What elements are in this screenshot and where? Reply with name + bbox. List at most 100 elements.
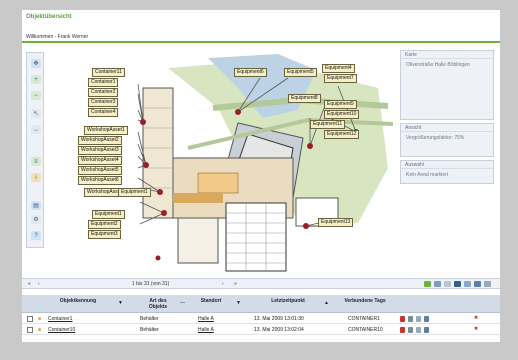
table-row[interactable]: ■ Container1 Behälter Halle A 13. Mai 20… (22, 314, 500, 324)
column-header-time[interactable]: Letztzeitpunkt (260, 298, 316, 304)
map-callout[interactable]: Equipment7 (324, 74, 357, 83)
map-callout[interactable]: Equipment12 (324, 130, 360, 139)
details-icon[interactable] (408, 327, 413, 333)
map-callout[interactable]: Container2 (88, 88, 119, 97)
app-window: Objektübersicht Willkommen - Frank Werne… (22, 10, 500, 342)
map-toolbar: ✥ + − ↖ ↔ ≡ i ▤ ⚙ ? (26, 52, 44, 248)
help-icon[interactable]: ? (31, 231, 41, 240)
selection-info-panel: Auswahl Kein Areal markiert (400, 160, 494, 184)
export-icon[interactable] (424, 281, 431, 287)
map-callout[interactable]: Container4 (88, 108, 119, 117)
floor-plan-map[interactable]: Container11 Container1 Container2 Contai… (48, 48, 396, 274)
object-id-link[interactable]: Container1 (48, 316, 72, 322)
sort-desc-icon[interactable]: ▼ (118, 300, 123, 306)
row-checkbox[interactable] (27, 327, 33, 333)
map-callout[interactable]: Equipment2 (88, 220, 121, 229)
map-callout[interactable]: Container3 (88, 98, 119, 107)
search-icon[interactable] (416, 316, 421, 322)
panel-body: Kein Areal markiert (406, 172, 449, 178)
view-info-panel: Ansicht Vergrößerungsfaktor: 75% (400, 123, 494, 157)
map-callout[interactable]: WorkshopAsset2 (78, 136, 122, 145)
header-divider (22, 41, 500, 43)
map-callout[interactable]: Equipment11 (310, 120, 346, 129)
map-callout[interactable]: WorkshopAsset6 (78, 176, 122, 185)
history-icon[interactable] (424, 316, 429, 322)
delete-icon[interactable]: ✖ (474, 315, 478, 321)
zoom-in-icon[interactable]: + (31, 75, 41, 84)
row-checkbox[interactable] (27, 316, 33, 322)
table-header: Objektkennung ▼ Art des Objekts — Stando… (22, 295, 500, 313)
refresh-icon[interactable] (474, 281, 481, 287)
first-page-icon[interactable]: « (28, 281, 31, 287)
pager-info: 1 bis 31 (von 31) (132, 281, 170, 287)
select-icon[interactable]: ↖ (31, 109, 41, 118)
map-callout[interactable]: WorkshopAsset4 (78, 156, 122, 165)
table-row[interactable]: ■ Container10 Behälter Halle A 13. Mai 2… (22, 325, 500, 335)
print-list-icon[interactable] (464, 281, 471, 287)
panel-body: Oliverstraße Halle Böblingen (406, 62, 470, 68)
locate-icon[interactable] (400, 327, 405, 333)
object-tags: CONTAINER1 (348, 316, 380, 322)
map-callout[interactable]: Equipment9 (324, 100, 357, 109)
map-callout[interactable]: WorkshopAsset3 (78, 146, 122, 155)
panel-title: Karte (401, 51, 493, 59)
map-callout[interactable]: Container1 (88, 78, 119, 87)
measure-icon[interactable]: ↔ (31, 125, 41, 134)
map-callout[interactable]: WorkshopAsset1 (84, 126, 128, 135)
welcome-text: Willkommen - Frank Werner (26, 34, 89, 40)
details-icon[interactable] (408, 316, 413, 322)
map-callout[interactable]: Equipment4 (322, 64, 355, 73)
pager-bar: « ‹ 1 bis 31 (von 31) › » (22, 278, 500, 289)
map-callout[interactable]: Equipment8 (288, 94, 321, 103)
info-icon[interactable]: i (31, 173, 41, 182)
chart-icon[interactable] (454, 281, 461, 287)
column-header-type[interactable]: Art des Objekts (140, 298, 176, 310)
map-callout[interactable]: Equipment3 (88, 230, 121, 239)
map-callout[interactable]: Equipment13 (318, 218, 354, 227)
object-icon: ■ (38, 327, 42, 333)
object-time: 13. Mai 2009 13:01:30 (254, 316, 304, 322)
last-page-icon[interactable]: » (234, 281, 237, 287)
map-info-panel: Karte Oliverstraße Halle Böblingen (400, 50, 494, 120)
sort-none-icon[interactable]: — (180, 300, 185, 306)
map-callout[interactable]: Equipment6 (234, 68, 267, 77)
zoom-out-icon[interactable]: − (31, 91, 41, 100)
object-tags: CONTAINER10 (348, 327, 383, 333)
map-callout[interactable]: Equipment5 (284, 68, 317, 77)
object-icon: ■ (38, 316, 42, 322)
object-location-link[interactable]: Halle A (198, 316, 214, 322)
map-callout[interactable]: Equipment10 (324, 110, 360, 119)
title-bar: Objektübersicht (22, 10, 500, 32)
locate-icon[interactable] (400, 316, 405, 322)
object-time: 13. Mai 2009 13:02:04 (254, 327, 304, 333)
map-callout[interactable]: Container11 (92, 68, 125, 77)
map-callout[interactable]: WorkshopAsset5 (78, 166, 122, 175)
app-title: Objektübersicht (26, 14, 72, 20)
history-icon[interactable] (424, 327, 429, 333)
object-type: Behälter (140, 327, 159, 333)
layers-icon[interactable]: ≡ (31, 157, 41, 166)
column-header-location[interactable]: Standort (194, 298, 228, 304)
columns-icon[interactable] (444, 281, 451, 287)
sort-desc-icon[interactable]: ▼ (236, 300, 241, 306)
sort-asc-icon[interactable]: ▲ (324, 300, 329, 306)
settings-list-icon[interactable] (484, 281, 491, 287)
map-callout[interactable]: Equipment1 (92, 210, 125, 219)
object-location-link[interactable]: Halle A (198, 327, 214, 333)
map-callout[interactable]: Equipment1 (118, 188, 151, 197)
panel-title: Auswahl (401, 161, 493, 169)
delete-icon[interactable]: ✖ (474, 326, 478, 332)
settings-icon[interactable]: ⚙ (31, 215, 41, 224)
prev-page-icon[interactable]: ‹ (38, 281, 40, 287)
print-icon[interactable]: ▤ (31, 201, 41, 210)
column-header-tags[interactable]: Verbundene Tags (340, 298, 390, 304)
panel-title: Ansicht (401, 124, 493, 132)
panel-body: Vergrößerungsfaktor: 75% (406, 135, 465, 141)
object-type: Behälter (140, 316, 159, 322)
object-id-link[interactable]: Container10 (48, 327, 75, 333)
filter-icon[interactable] (434, 281, 441, 287)
pan-icon[interactable]: ✥ (31, 59, 41, 68)
next-page-icon[interactable]: › (222, 281, 224, 287)
search-icon[interactable] (416, 327, 421, 333)
column-header-id[interactable]: Objektkennung (52, 298, 104, 304)
